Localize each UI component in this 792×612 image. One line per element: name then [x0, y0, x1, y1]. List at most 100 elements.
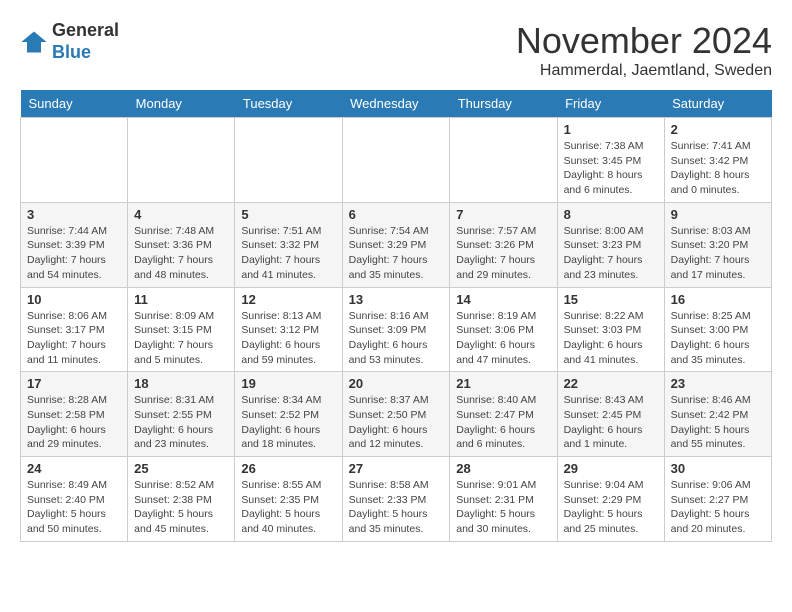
day-info: Sunrise: 7:54 AM Sunset: 3:29 PM Dayligh…: [349, 224, 444, 283]
day-info: Sunrise: 7:48 AM Sunset: 3:36 PM Dayligh…: [134, 224, 228, 283]
calendar-cell: 26Sunrise: 8:55 AM Sunset: 2:35 PM Dayli…: [235, 457, 342, 542]
day-number: 18: [134, 376, 228, 391]
weekday-header-wednesday: Wednesday: [342, 90, 450, 118]
day-number: 15: [564, 292, 658, 307]
day-info: Sunrise: 8:19 AM Sunset: 3:06 PM Dayligh…: [456, 309, 550, 368]
location-title: Hammerdal, Jaemtland, Sweden: [516, 62, 772, 80]
day-number: 14: [456, 292, 550, 307]
day-number: 2: [671, 122, 765, 137]
calendar-table: SundayMondayTuesdayWednesdayThursdayFrid…: [20, 90, 772, 542]
calendar-cell: 22Sunrise: 8:43 AM Sunset: 2:45 PM Dayli…: [557, 372, 664, 457]
calendar-cell: 17 Sunrise: 8:28 AM Sunset: 2:58 PM Dayli…: [21, 372, 128, 457]
day-info: Sunrise: 8:00 AM Sunset: 3:23 PM Dayligh…: [564, 224, 658, 283]
calendar-cell: 24Sunrise: 8:49 AM Sunset: 2:40 PM Dayli…: [21, 457, 128, 542]
week-row-1: 1 Sunrise: 7:38 AM Sunset: 3:45 PM Daylig…: [21, 118, 772, 203]
day-number: 30: [671, 461, 765, 476]
logo-text: General Blue: [52, 20, 119, 63]
logo-blue-text: Blue: [52, 42, 119, 64]
day-info: Sunrise: 8:13 AM Sunset: 3:12 PM Dayligh…: [241, 309, 335, 368]
calendar-cell: [128, 118, 235, 203]
day-number: 21: [456, 376, 550, 391]
day-number: 8: [564, 207, 658, 222]
day-number: 6: [349, 207, 444, 222]
day-info: Sunrise: 8:58 AM Sunset: 2:33 PM Dayligh…: [349, 478, 444, 537]
day-info: Sunrise: 8:28 AM Sunset: 2:58 PM Dayligh…: [27, 393, 121, 452]
logo-icon: [20, 28, 48, 56]
day-number: 29: [564, 461, 658, 476]
day-info: Sunrise: 8:22 AM Sunset: 3:03 PM Dayligh…: [564, 309, 658, 368]
day-number: 5: [241, 207, 335, 222]
calendar-cell: 10 Sunrise: 8:06 AM Sunset: 3:17 PM Dayli…: [21, 287, 128, 372]
day-number: 26: [241, 461, 335, 476]
calendar-cell: 11 Sunrise: 8:09 AM Sunset: 3:15 PM Dayli…: [128, 287, 235, 372]
calendar-cell: 16Sunrise: 8:25 AM Sunset: 3:00 PM Dayli…: [664, 287, 771, 372]
week-row-2: 3 Sunrise: 7:44 AM Sunset: 3:39 PM Daylig…: [21, 202, 772, 287]
day-number: 24: [27, 461, 121, 476]
day-info: Sunrise: 9:06 AM Sunset: 2:27 PM Dayligh…: [671, 478, 765, 537]
calendar-cell: 7 Sunrise: 7:57 AM Sunset: 3:26 PM Daylig…: [450, 202, 557, 287]
day-info: Sunrise: 8:03 AM Sunset: 3:20 PM Dayligh…: [671, 224, 765, 283]
day-number: 13: [349, 292, 444, 307]
calendar-cell: 2 Sunrise: 7:41 AM Sunset: 3:42 PM Daylig…: [664, 118, 771, 203]
calendar-cell: 30 Sunrise: 9:06 AM Sunset: 2:27 PM Dayli…: [664, 457, 771, 542]
week-row-5: 24Sunrise: 8:49 AM Sunset: 2:40 PM Dayli…: [21, 457, 772, 542]
calendar-cell: 6 Sunrise: 7:54 AM Sunset: 3:29 PM Daylig…: [342, 202, 450, 287]
weekday-header-friday: Friday: [557, 90, 664, 118]
calendar-cell: 25 Sunrise: 8:52 AM Sunset: 2:38 PM Dayli…: [128, 457, 235, 542]
calendar-cell: 29 Sunrise: 9:04 AM Sunset: 2:29 PM Dayli…: [557, 457, 664, 542]
day-info: Sunrise: 8:25 AM Sunset: 3:00 PM Dayligh…: [671, 309, 765, 368]
calendar-cell: 5 Sunrise: 7:51 AM Sunset: 3:32 PM Daylig…: [235, 202, 342, 287]
day-info: Sunrise: 8:31 AM Sunset: 2:55 PM Dayligh…: [134, 393, 228, 452]
week-row-4: 17 Sunrise: 8:28 AM Sunset: 2:58 PM Dayli…: [21, 372, 772, 457]
calendar-cell: 1 Sunrise: 7:38 AM Sunset: 3:45 PM Daylig…: [557, 118, 664, 203]
calendar-cell: 14 Sunrise: 8:19 AM Sunset: 3:06 PM Dayli…: [450, 287, 557, 372]
day-info: Sunrise: 7:51 AM Sunset: 3:32 PM Dayligh…: [241, 224, 335, 283]
calendar-cell: 12Sunrise: 8:13 AM Sunset: 3:12 PM Dayli…: [235, 287, 342, 372]
logo-general-text: General: [52, 20, 119, 42]
title-section: November 2024 Hammerdal, Jaemtland, Swed…: [516, 20, 772, 80]
calendar-cell: 13 Sunrise: 8:16 AM Sunset: 3:09 PM Dayli…: [342, 287, 450, 372]
calendar-cell: 15 Sunrise: 8:22 AM Sunset: 3:03 PM Dayli…: [557, 287, 664, 372]
day-info: Sunrise: 8:37 AM Sunset: 2:50 PM Dayligh…: [349, 393, 444, 452]
day-info: Sunrise: 7:41 AM Sunset: 3:42 PM Dayligh…: [671, 139, 765, 198]
calendar-cell: [450, 118, 557, 203]
day-number: 7: [456, 207, 550, 222]
day-info: Sunrise: 7:44 AM Sunset: 3:39 PM Dayligh…: [27, 224, 121, 283]
day-number: 20: [349, 376, 444, 391]
calendar-cell: 28Sunrise: 9:01 AM Sunset: 2:31 PM Dayli…: [450, 457, 557, 542]
week-row-3: 10 Sunrise: 8:06 AM Sunset: 3:17 PM Dayli…: [21, 287, 772, 372]
calendar-cell: 4Sunrise: 7:48 AM Sunset: 3:36 PM Daylig…: [128, 202, 235, 287]
day-info: Sunrise: 7:57 AM Sunset: 3:26 PM Dayligh…: [456, 224, 550, 283]
weekday-header-thursday: Thursday: [450, 90, 557, 118]
calendar-cell: 18 Sunrise: 8:31 AM Sunset: 2:55 PM Dayli…: [128, 372, 235, 457]
day-number: 9: [671, 207, 765, 222]
calendar-cell: [21, 118, 128, 203]
weekday-header-sunday: Sunday: [21, 90, 128, 118]
day-number: 10: [27, 292, 121, 307]
calendar-cell: 8 Sunrise: 8:00 AM Sunset: 3:23 PM Daylig…: [557, 202, 664, 287]
header: General Blue November 2024 Hammerdal, Ja…: [20, 20, 772, 80]
day-info: Sunrise: 9:04 AM Sunset: 2:29 PM Dayligh…: [564, 478, 658, 537]
day-number: 22: [564, 376, 658, 391]
day-number: 28: [456, 461, 550, 476]
day-info: Sunrise: 8:40 AM Sunset: 2:47 PM Dayligh…: [456, 393, 550, 452]
day-info: Sunrise: 8:09 AM Sunset: 3:15 PM Dayligh…: [134, 309, 228, 368]
calendar-cell: 19Sunrise: 8:34 AM Sunset: 2:52 PM Dayli…: [235, 372, 342, 457]
day-number: 3: [27, 207, 121, 222]
day-number: 11: [134, 292, 228, 307]
day-number: 19: [241, 376, 335, 391]
day-info: Sunrise: 8:46 AM Sunset: 2:42 PM Dayligh…: [671, 393, 765, 452]
day-info: Sunrise: 8:16 AM Sunset: 3:09 PM Dayligh…: [349, 309, 444, 368]
calendar-cell: [235, 118, 342, 203]
weekday-header-row: SundayMondayTuesdayWednesdayThursdayFrid…: [21, 90, 772, 118]
day-number: 17: [27, 376, 121, 391]
day-info: Sunrise: 8:06 AM Sunset: 3:17 PM Dayligh…: [27, 309, 121, 368]
day-info: Sunrise: 8:52 AM Sunset: 2:38 PM Dayligh…: [134, 478, 228, 537]
calendar-cell: 20 Sunrise: 8:37 AM Sunset: 2:50 PM Dayli…: [342, 372, 450, 457]
calendar-cell: 21 Sunrise: 8:40 AM Sunset: 2:47 PM Dayli…: [450, 372, 557, 457]
calendar-cell: 3 Sunrise: 7:44 AM Sunset: 3:39 PM Daylig…: [21, 202, 128, 287]
day-info: Sunrise: 7:38 AM Sunset: 3:45 PM Dayligh…: [564, 139, 658, 198]
day-number: 25: [134, 461, 228, 476]
day-number: 1: [564, 122, 658, 137]
day-number: 27: [349, 461, 444, 476]
